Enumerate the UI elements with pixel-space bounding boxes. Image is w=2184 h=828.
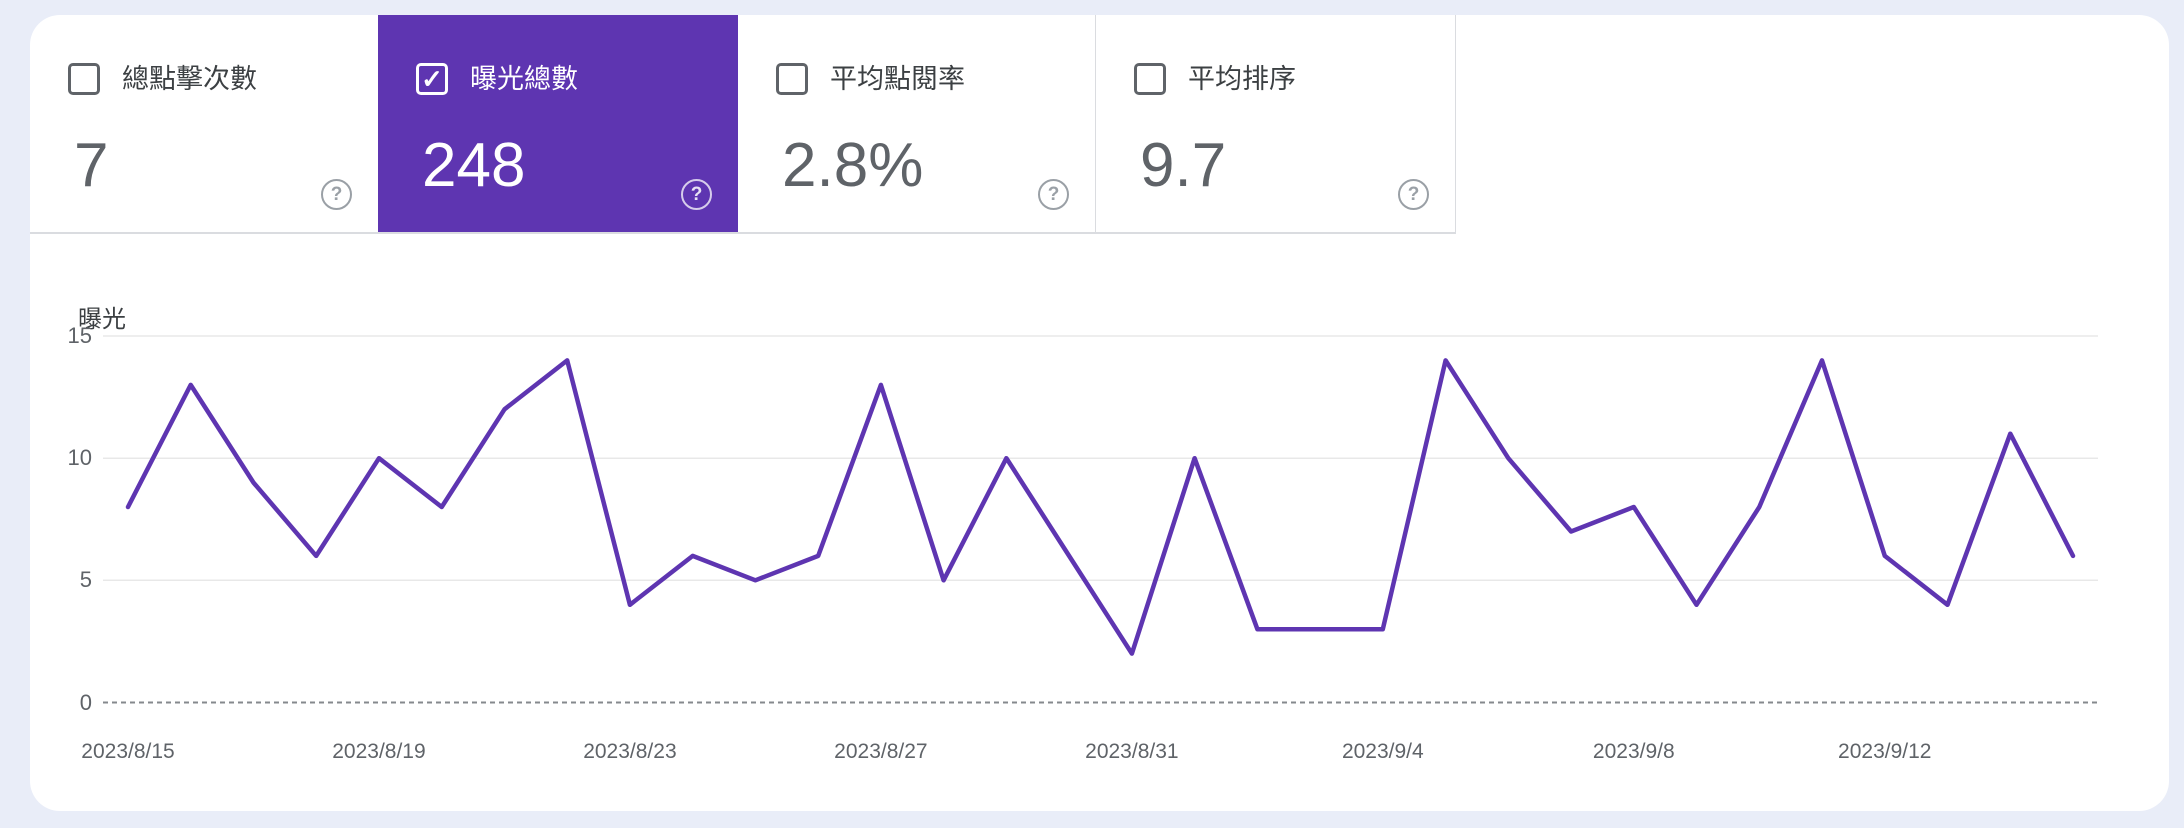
y-axis-tick-label: 10 — [67, 445, 92, 471]
x-axis-tick-label: 2023/9/8 — [1592, 740, 1675, 763]
impressions-line-chart[interactable] — [0, 0, 2184, 828]
x-axis-tick-label: 2023/8/23 — [583, 740, 677, 763]
page: 總點擊次數 7 ? ✓ 曝光總數 248 ? 平均點閱率 2.8% ? 平均排序… — [0, 0, 2184, 828]
x-axis-tick-label: 2023/8/27 — [834, 740, 928, 763]
x-axis-tick-label: 2023/9/12 — [1838, 740, 1932, 763]
x-axis-tick-label: 2023/8/19 — [332, 740, 426, 763]
y-axis-tick-label: 15 — [67, 323, 92, 348]
x-axis-tick-label: 2023/8/15 — [81, 740, 175, 763]
y-axis-tick-label: 5 — [79, 567, 92, 593]
y-axis-tick-label: 0 — [79, 689, 92, 715]
x-axis-tick-label: 2023/9/4 — [1341, 740, 1424, 763]
x-axis-tick-label: 2023/8/31 — [1085, 740, 1179, 763]
